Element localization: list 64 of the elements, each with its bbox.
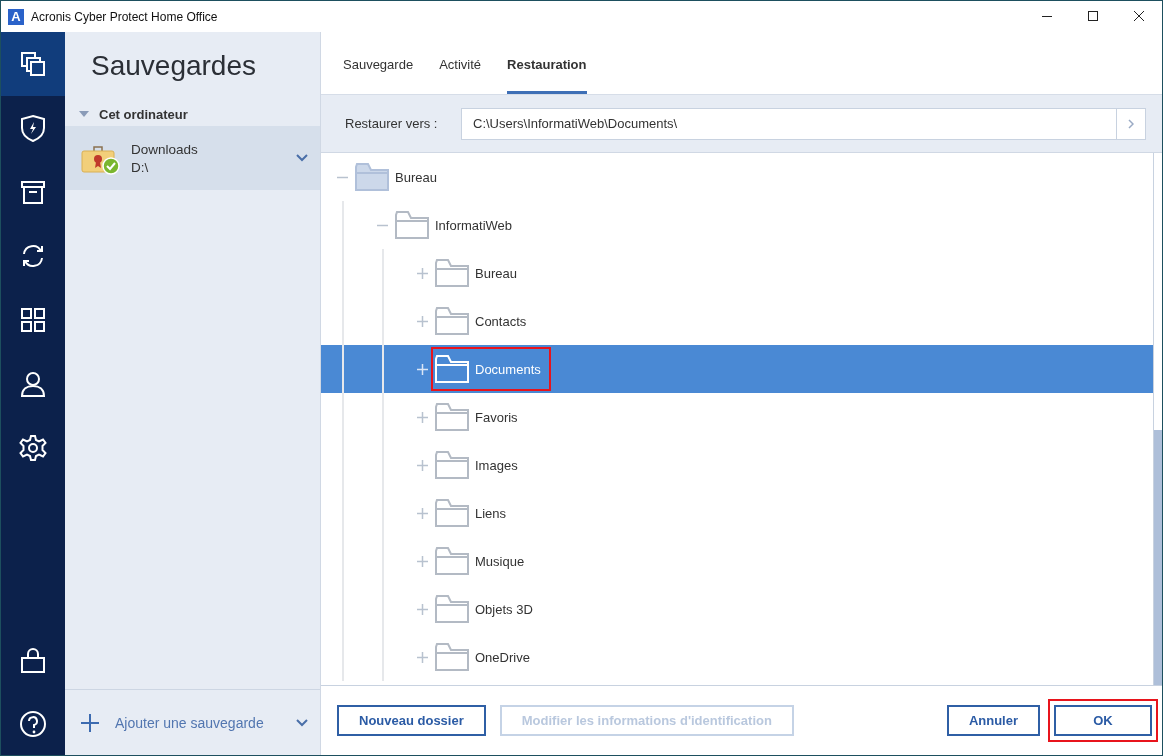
folder-icon [435,355,469,383]
folder-name: InformatiWeb [435,217,513,233]
folder-name: OneDrive [475,649,530,665]
window-title: Acronis Cyber Protect Home Office [31,9,219,24]
button[interactable]: Annuler [946,705,1040,736]
tab[interactable]: Sauvegarde [343,32,414,94]
chevron-right-icon [1128,118,1134,129]
restore-label: Restaurer vers : [345,116,439,131]
folder-name: Musique [475,553,525,569]
help-icon[interactable] [19,709,47,738]
folder-icon [355,163,389,191]
tab[interactable]: Activité [439,32,482,94]
chevron-down-icon[interactable] [296,154,308,162]
scrollbar[interactable] [1153,153,1162,685]
bag-icon[interactable] [19,646,47,675]
folder-icon [435,259,469,287]
folder-name: Bureau [395,169,437,185]
folder-name: Contacts [475,313,527,329]
tree-row[interactable]: Musique [321,537,1153,585]
plus-icon [81,713,99,732]
add-backup-button[interactable]: Ajouter une sauvegarde [65,690,320,755]
tree-row[interactable]: InformatiWeb [321,201,1153,249]
caret-down-icon [79,109,89,119]
folder-name: Documents [475,361,541,377]
tree-row[interactable]: Documents [321,345,1153,393]
chevron-down-icon [296,718,308,727]
folder-name: Liens [475,505,507,521]
gear-icon[interactable] [19,434,47,462]
folder-icon [435,307,469,335]
folder-icon [435,643,469,671]
folder-icon [435,547,469,575]
folder-icon [435,403,469,431]
tree-row[interactable]: OneDrive [321,633,1153,681]
tree-row[interactable]: Images [321,441,1153,489]
folder-icon [435,595,469,623]
person-icon[interactable] [19,370,47,398]
tree-row[interactable]: Bureau [321,153,1153,201]
backup-name: Downloads [131,141,199,157]
copies-icon[interactable] [19,50,47,78]
nav-item[interactable] [1,32,65,96]
section-header[interactable]: Cet ordinateur [65,94,320,126]
grid-icon[interactable] [19,306,47,334]
folder-icon [395,211,429,239]
app-logo: A [8,8,24,25]
tree-row[interactable]: Favoris [321,393,1153,441]
folder-icon [435,451,469,479]
folder-name: Bureau [475,265,517,281]
button[interactable]: Nouveau dossier [337,705,486,736]
folder-icon [435,499,469,527]
tree-row[interactable]: Bureau [321,249,1153,297]
archive-icon[interactable] [19,178,47,206]
panel-title: Sauvegardes [90,49,257,83]
folder-name: Images [475,457,518,473]
path-field[interactable]: C:\Users\InformatiWeb\Documents\ [461,107,1116,140]
button[interactable]: OK [1054,705,1152,736]
tree-row[interactable]: Liens [321,489,1153,537]
backup-item[interactable]: Downloads D:\ [65,126,320,190]
backup-path: D:\ [131,159,150,175]
folder-name: Objets 3D [475,601,533,617]
folder-name: Favoris [475,409,518,425]
expand-icon[interactable] [416,363,428,375]
tree-row[interactable]: Objets 3D [321,585,1153,633]
shield-icon[interactable] [19,114,47,142]
tree-row[interactable]: Contacts [321,297,1153,345]
